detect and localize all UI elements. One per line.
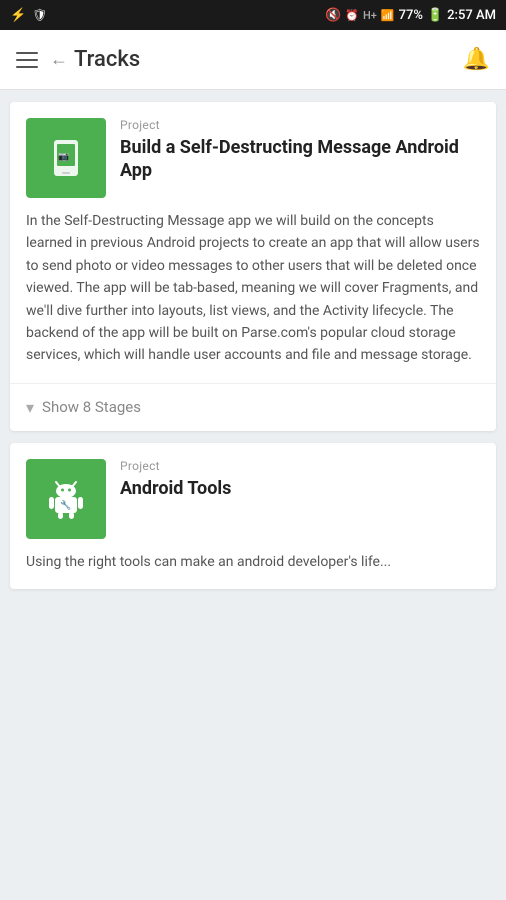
mute-icon: 🔇 xyxy=(325,8,341,23)
nav-right: 🔔 xyxy=(463,47,490,72)
usb-icon: ⚡ xyxy=(10,8,26,23)
card-1-body: 📷 Project Build a Self-Destructing Messa… xyxy=(10,102,496,383)
card-2-info: Project Android Tools xyxy=(120,459,480,500)
card-2-title[interactable]: Android Tools xyxy=(120,477,480,500)
show-stages-label: Show 8 Stages xyxy=(42,398,141,416)
nav-left: ← Tracks xyxy=(16,47,140,72)
project-card-2: 🔧 Project Android Tools Using the right … xyxy=(10,443,496,589)
card-1-top: 📷 Project Build a Self-Destructing Messa… xyxy=(26,118,480,198)
shield-icon: 🛡 xyxy=(32,8,47,22)
project-card-1: 📷 Project Build a Self-Destructing Messa… xyxy=(10,102,496,431)
status-bar-left: ⚡ 🛡 xyxy=(10,8,47,23)
chevron-down-icon: ▾ xyxy=(26,398,34,417)
battery-percent: 77% xyxy=(399,8,423,23)
alarm-icon: ⏰ xyxy=(345,9,359,22)
data-icon: H+ xyxy=(363,9,377,22)
project-icon-phone: 📷 xyxy=(26,118,106,198)
status-bar-right: 🔇 ⏰ H+ 📶 77% 🔋 2:57 AM xyxy=(325,8,496,23)
page-title: Tracks xyxy=(74,47,140,72)
content-area: 📷 Project Build a Self-Destructing Messa… xyxy=(0,90,506,601)
back-arrow-icon: ← xyxy=(50,49,68,70)
show-stages-button[interactable]: ▾ Show 8 Stages xyxy=(10,383,496,431)
card-1-label: Project xyxy=(120,118,480,132)
battery-icon: 🔋 xyxy=(427,8,443,23)
svg-text:🔧: 🔧 xyxy=(60,499,71,511)
svg-text:📷: 📷 xyxy=(58,151,69,161)
card-1-description: In the Self-Destructing Message app we w… xyxy=(26,210,480,367)
time: 2:57 AM xyxy=(447,8,496,23)
card-2-description: Using the right tools can make an androi… xyxy=(26,551,480,573)
menu-button[interactable] xyxy=(16,52,38,68)
card-2-body: 🔧 Project Android Tools Using the right … xyxy=(10,443,496,589)
back-button[interactable]: ← Tracks xyxy=(50,47,140,72)
card-2-label: Project xyxy=(120,459,480,473)
signal-icon: 📶 xyxy=(381,9,395,22)
project-icon-android: 🔧 xyxy=(26,459,106,539)
notifications-icon[interactable]: 🔔 xyxy=(463,47,490,72)
top-nav: ← Tracks 🔔 xyxy=(0,30,506,90)
status-bar: ⚡ 🛡 🔇 ⏰ H+ 📶 77% 🔋 2:57 AM xyxy=(0,0,506,30)
card-1-title[interactable]: Build a Self-Destructing Message Android… xyxy=(120,136,480,183)
card-1-info: Project Build a Self-Destructing Message… xyxy=(120,118,480,183)
card-2-top: 🔧 Project Android Tools xyxy=(26,459,480,539)
